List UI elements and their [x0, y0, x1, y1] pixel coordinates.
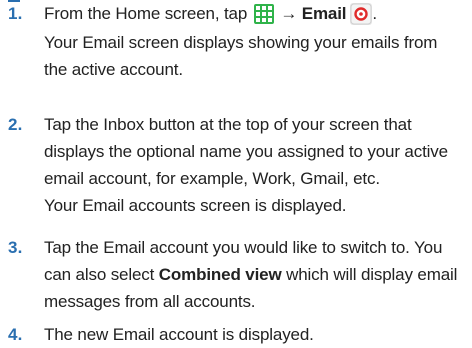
step-line: Tap the Inbox button at the top of your … — [44, 115, 412, 134]
step-line: The new Email account is displayed. — [44, 325, 314, 344]
step-text: From the Home screen, tap — [44, 4, 252, 23]
step-line: Tap the Email account you would like to … — [44, 238, 443, 257]
step-note-continued: the active account. — [44, 60, 183, 79]
combined-view-label: Combined view — [158, 265, 282, 284]
step-line: From the Home screen, tap → Email. — [44, 0, 468, 27]
email-icon — [350, 3, 373, 25]
step-number: 1. — [8, 4, 23, 23]
step-line: messages from all accounts. — [44, 292, 256, 311]
step-text: which will display email — [281, 265, 458, 284]
step-number: 2. — [8, 115, 23, 134]
step-number: 3. — [8, 238, 23, 257]
instruction-steps: 1. From the Home screen, tap → Email. Yo… — [0, 0, 472, 348]
step-note: Your Email screen displays showing your … — [44, 33, 438, 52]
step-text: can also select — [44, 265, 159, 284]
period: . — [372, 4, 377, 23]
step-body: Tap the Inbox button at the top of your … — [44, 111, 468, 219]
step-body: The new Email account is displayed. — [44, 321, 468, 348]
step-line: email account, for example, Work, Gmail,… — [44, 169, 380, 188]
step-line: displays the optional name you assigned … — [44, 142, 448, 161]
step-body: Tap the Email account you would like to … — [44, 234, 468, 315]
email-label: Email — [301, 4, 347, 23]
step-note: Your Email accounts screen is displayed. — [44, 196, 347, 215]
apps-grid-icon — [253, 4, 274, 24]
step-line: can also select Combined view which will… — [44, 261, 468, 288]
step-number: 4. — [8, 325, 23, 344]
step-body: From the Home screen, tap → Email. Your … — [44, 0, 468, 83]
arrow-glyph: → — [280, 4, 298, 23]
